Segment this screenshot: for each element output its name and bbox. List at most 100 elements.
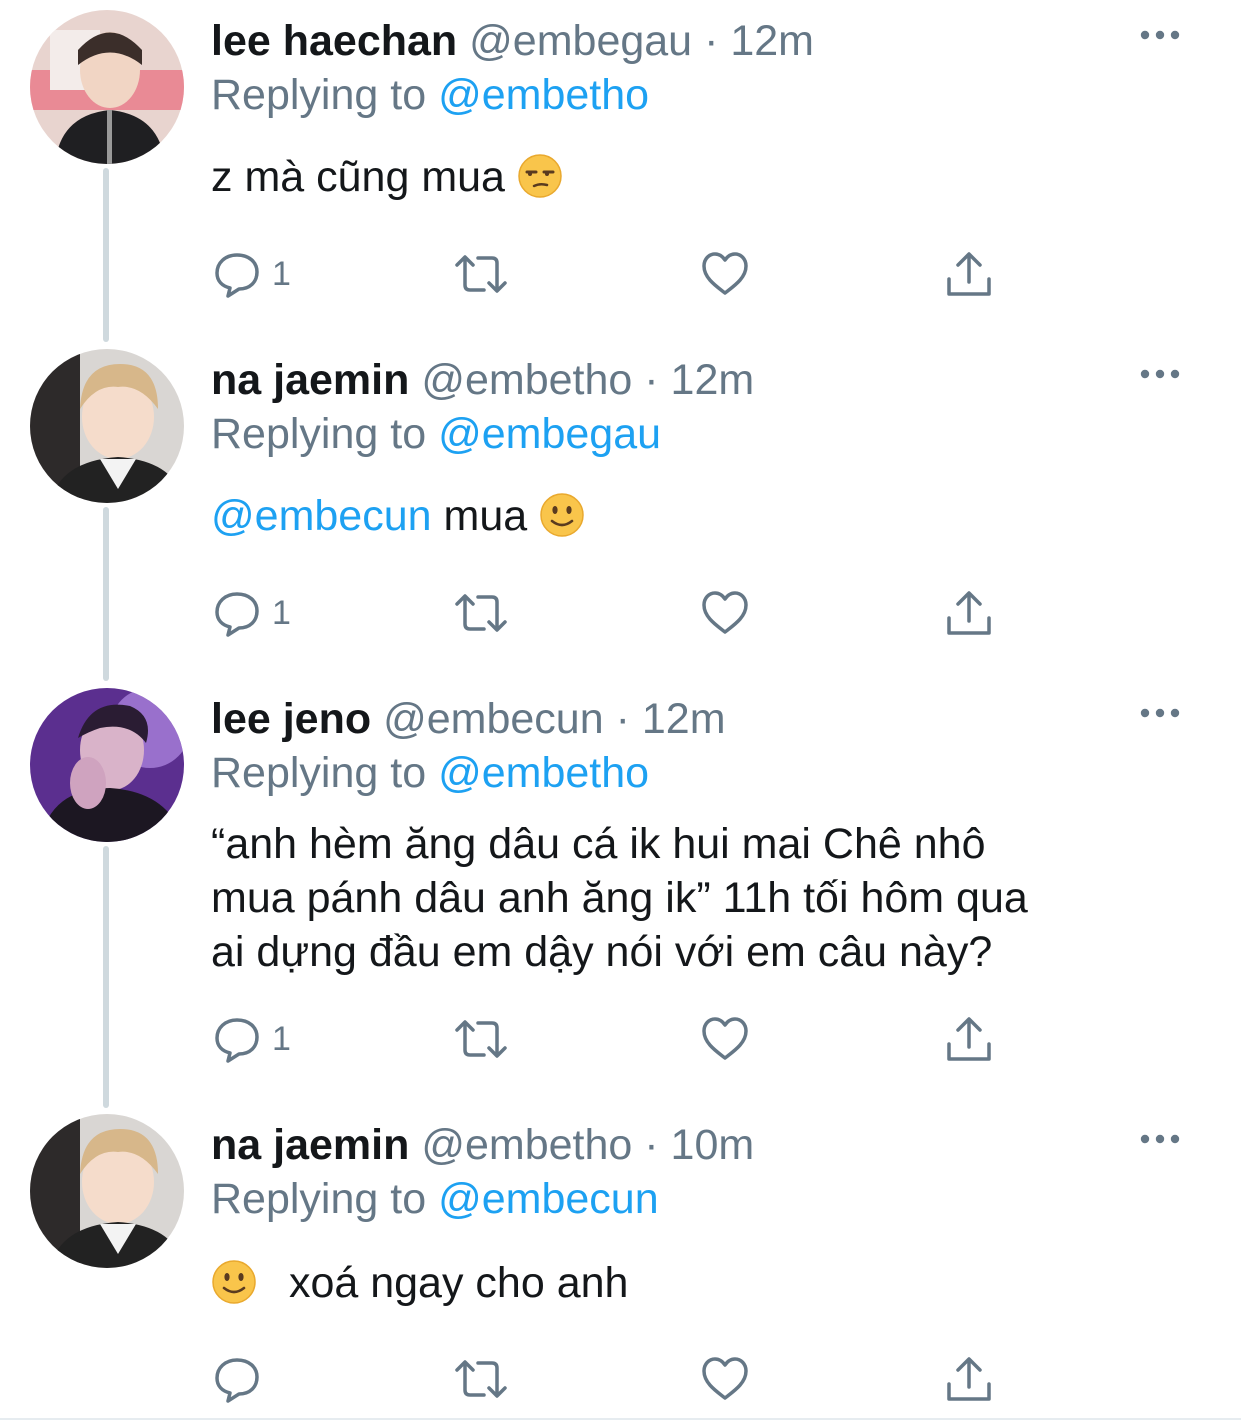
unamused-face-emoji	[518, 154, 562, 198]
timestamp[interactable]: 12m	[730, 17, 814, 65]
replying-to-handle[interactable]: @embetho	[438, 749, 649, 797]
tweet-text-line: mua	[443, 492, 528, 540]
replying-to: Replying to @embetho	[211, 68, 649, 122]
replying-to: Replying to @embegau	[211, 407, 661, 461]
timestamp[interactable]: 12m	[642, 695, 726, 743]
retweet-icon	[455, 1020, 507, 1058]
reply-count: 1	[272, 1019, 291, 1058]
avatar-image	[30, 1114, 184, 1268]
like-button[interactable]	[700, 1349, 750, 1409]
separator-dot: ·	[644, 356, 659, 404]
tweet-actions	[0, 1349, 1241, 1409]
more-icon[interactable]	[1138, 698, 1182, 728]
avatar[interactable]	[30, 10, 184, 164]
avatar-image	[30, 688, 184, 842]
divider	[0, 1418, 1241, 1420]
tweet-actions: 1	[0, 583, 1241, 643]
retweet-icon	[455, 1360, 507, 1398]
share-button[interactable]	[944, 244, 994, 304]
reply-icon	[215, 592, 259, 637]
like-button[interactable]	[700, 244, 750, 304]
tweet-text-line: xoá ngay cho anh	[288, 1259, 629, 1307]
tweet-text-line: mua pánh dâu anh ăng ik” 11h tối hôm qua	[211, 874, 1028, 922]
retweet-button[interactable]	[453, 244, 509, 304]
tweet[interactable]: na jaemin @embetho · 10m Replying to @em…	[0, 1104, 1241, 1418]
reply-button[interactable]: 1	[212, 244, 291, 304]
replying-to-label: Replying to	[211, 749, 427, 797]
slightly-smiling-face-emoji	[540, 493, 584, 537]
tweet-text-line: z mà cũng mua	[211, 153, 505, 201]
retweet-button[interactable]	[453, 1009, 509, 1069]
retweet-icon	[455, 594, 507, 632]
more-icon[interactable]	[1138, 359, 1182, 389]
handle[interactable]: @embegau	[469, 17, 692, 65]
share-icon	[947, 252, 991, 296]
reply-icon	[215, 1018, 259, 1063]
tweet-header: lee jeno @embecun · 12m	[211, 692, 726, 746]
share-icon	[947, 1357, 991, 1401]
display-name[interactable]: lee haechan	[211, 17, 457, 65]
tweet[interactable]: lee haechan @embegau · 12m Replying to @…	[0, 0, 1241, 340]
more-icon[interactable]	[1138, 20, 1182, 50]
tweet-actions: 1	[0, 1009, 1241, 1069]
separator-dot: ·	[704, 17, 719, 65]
avatar-image	[30, 349, 184, 503]
tweet-text: @embecun mua	[211, 489, 585, 543]
body-mention[interactable]: @embecun	[211, 492, 432, 540]
share-icon	[947, 1017, 991, 1061]
handle[interactable]: @embecun	[383, 695, 604, 743]
replying-to-handle[interactable]: @embegau	[438, 410, 661, 458]
slightly-smiling-face-emoji	[212, 1260, 256, 1304]
replying-to-label: Replying to	[211, 71, 427, 119]
separator-dot: ·	[644, 1121, 659, 1169]
avatar-image	[30, 10, 184, 164]
avatar[interactable]	[30, 688, 184, 842]
replying-to: Replying to @embetho	[211, 746, 649, 800]
display-name[interactable]: lee jeno	[211, 695, 371, 743]
like-icon	[702, 252, 748, 295]
tweet-actions: 1	[0, 244, 1241, 304]
separator-dot: ·	[615, 695, 630, 743]
retweet-button[interactable]	[453, 1349, 509, 1409]
share-icon	[947, 591, 991, 635]
reply-button[interactable]	[212, 1349, 262, 1409]
like-icon	[702, 1357, 748, 1400]
tweet-header: lee haechan @embegau · 12m	[211, 14, 814, 68]
avatar[interactable]	[30, 349, 184, 503]
share-button[interactable]	[944, 1009, 994, 1069]
share-button[interactable]	[944, 583, 994, 643]
tweet-text: xoá ngay cho anh	[211, 1256, 628, 1310]
replying-to-label: Replying to	[211, 410, 427, 458]
replying-to: Replying to @embecun	[211, 1172, 659, 1226]
timestamp[interactable]: 10m	[671, 1121, 755, 1169]
reply-icon	[215, 1358, 259, 1403]
reply-count: 1	[272, 254, 291, 293]
replying-to-handle[interactable]: @embetho	[438, 71, 649, 119]
tweet[interactable]: lee jeno @embecun · 12m Replying to @emb…	[0, 678, 1241, 1106]
tweet-header: na jaemin @embetho · 12m	[211, 353, 754, 407]
reply-count: 1	[272, 593, 291, 632]
reply-button[interactable]: 1	[212, 1009, 291, 1069]
handle[interactable]: @embetho	[421, 356, 632, 404]
avatar[interactable]	[30, 1114, 184, 1268]
retweet-icon	[455, 255, 507, 293]
reply-button[interactable]: 1	[212, 583, 291, 643]
like-icon	[702, 591, 748, 634]
reply-icon	[215, 253, 259, 298]
like-button[interactable]	[700, 583, 750, 643]
tweet-text: z mà cũng mua	[211, 150, 563, 204]
tweet-header: na jaemin @embetho · 10m	[211, 1118, 754, 1172]
timestamp[interactable]: 12m	[671, 356, 755, 404]
display-name[interactable]: na jaemin	[211, 1121, 409, 1169]
handle[interactable]: @embetho	[421, 1121, 632, 1169]
tweet[interactable]: na jaemin @embetho · 12m Replying to @em…	[0, 339, 1241, 679]
retweet-button[interactable]	[453, 583, 509, 643]
replying-to-handle[interactable]: @embecun	[438, 1175, 659, 1223]
tweet-text-line: ai dựng đầu em dậy nói với em câu này?	[211, 928, 993, 976]
tweet-text-line: “anh hèm ăng dâu cá ik hui mai Chê nhô	[211, 820, 986, 868]
more-icon[interactable]	[1138, 1124, 1182, 1154]
display-name[interactable]: na jaemin	[211, 356, 409, 404]
share-button[interactable]	[944, 1349, 994, 1409]
like-button[interactable]	[700, 1009, 750, 1069]
replying-to-label: Replying to	[211, 1175, 427, 1223]
